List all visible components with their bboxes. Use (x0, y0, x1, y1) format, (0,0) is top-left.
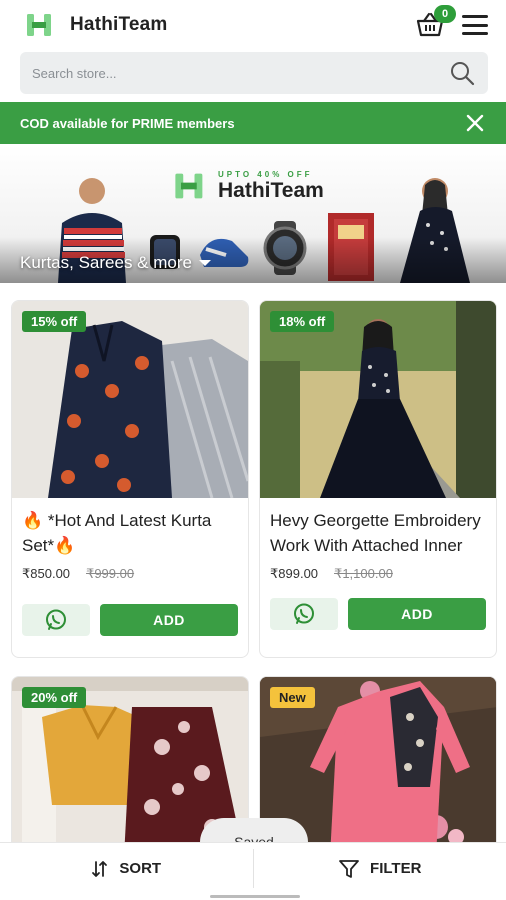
hathi-logo-icon (27, 14, 51, 36)
search-bar[interactable]: Search store... (20, 52, 488, 94)
chevron-down-icon (198, 260, 211, 266)
hero-banner[interactable]: UPTO 40% OFF HathiTeam Kurtas, Sarees & … (0, 145, 506, 283)
discount-badge: 18% off (270, 311, 335, 332)
cart-count-badge: 0 (434, 5, 456, 23)
brand-logo[interactable]: HathiTeam (24, 10, 168, 40)
whatsapp-button[interactable] (270, 598, 338, 630)
add-to-cart-button[interactable]: ADD (348, 598, 486, 630)
menu-button[interactable] (462, 15, 488, 35)
search-input[interactable]: Search store... (32, 66, 448, 81)
hero-caption-text: Kurtas, Sarees & more (20, 253, 192, 272)
home-indicator (210, 895, 300, 898)
hero-caption[interactable]: Kurtas, Sarees & more (20, 253, 212, 273)
filter-icon (339, 859, 359, 878)
cod-banner-text: COD available for PRIME members (20, 115, 235, 131)
sort-filter-bar: SORT FILTER (0, 842, 506, 894)
cod-banner: COD available for PRIME members (0, 102, 506, 144)
add-to-cart-button[interactable]: ADD (100, 604, 238, 636)
sort-label: SORT (119, 860, 162, 877)
hamburger-line (462, 15, 488, 18)
discount-badge: 20% off (22, 687, 87, 708)
search-icon[interactable] (448, 59, 476, 87)
product-price: ₹850.00 (22, 566, 71, 581)
whatsapp-button[interactable] (22, 604, 90, 636)
product-title[interactable]: Hevy Georgette Embroidery Work With Atta… (270, 508, 486, 558)
close-icon[interactable] (464, 112, 486, 134)
product-card[interactable]: 15% off 🔥 *Hot And Latest Kurta Set*🔥 ₹8… (11, 300, 249, 658)
product-image[interactable]: 18% off (260, 301, 496, 498)
sort-button[interactable]: SORT (0, 843, 253, 894)
product-price: ₹899.00 (270, 566, 319, 581)
product-mrp: ₹1,100.00 (334, 566, 393, 581)
product-mrp: ₹999.00 (86, 566, 135, 581)
filter-button[interactable]: FILTER (254, 843, 506, 894)
brand-name: HathiTeam (70, 14, 168, 35)
product-card[interactable]: 18% off Hevy Georgette Embroidery Work W… (259, 300, 497, 658)
product-title[interactable]: 🔥 *Hot And Latest Kurta Set*🔥 (22, 508, 238, 558)
cart-button[interactable]: 0 (416, 5, 456, 39)
whatsapp-icon (294, 603, 314, 624)
hamburger-line (462, 32, 488, 35)
filter-label: FILTER (370, 860, 422, 877)
sort-icon (92, 860, 108, 877)
hero-brand-name: HathiTeam (218, 178, 324, 202)
new-badge: New (270, 687, 315, 708)
app-header: HathiTeam 0 (0, 0, 506, 50)
whatsapp-icon (46, 609, 66, 630)
hathi-logo-icon (175, 173, 203, 199)
product-image[interactable]: 15% off (12, 301, 248, 498)
hamburger-line (462, 23, 488, 27)
hero-offer-tag: UPTO 40% OFF (218, 169, 313, 179)
hero-brand: UPTO 40% OFF HathiTeam (172, 169, 324, 203)
discount-badge: 15% off (22, 311, 87, 332)
